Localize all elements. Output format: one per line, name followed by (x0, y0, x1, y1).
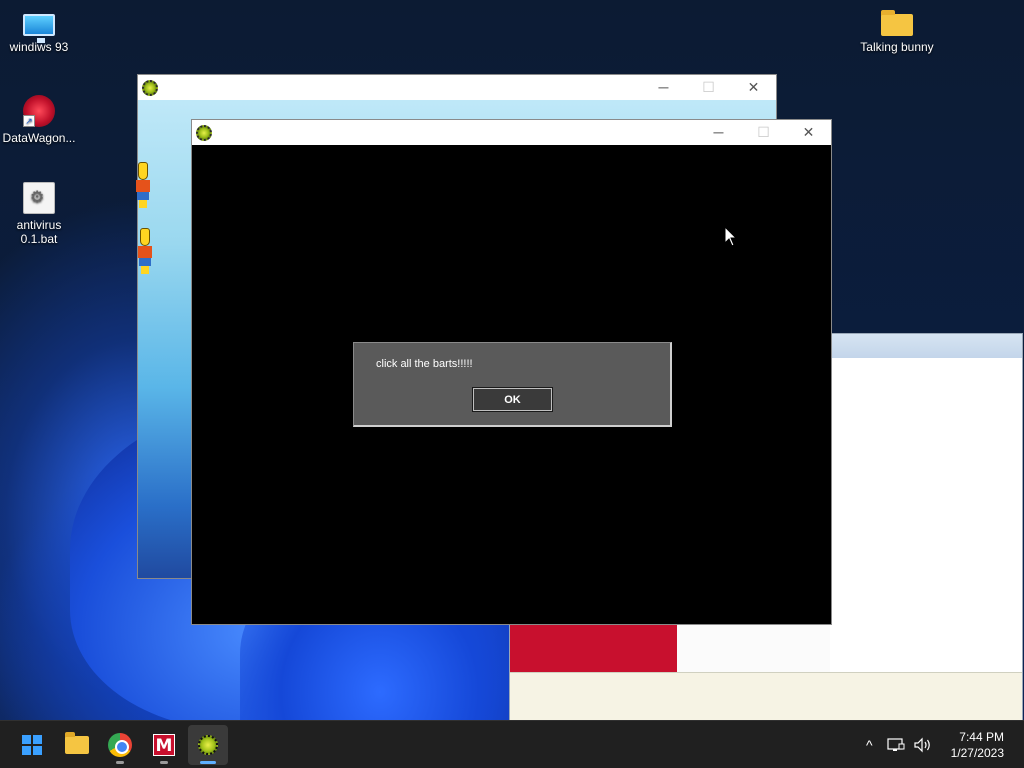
desktop-icon-datawagon[interactable]: ↗ DataWagon... (0, 95, 78, 145)
gear-app-icon (198, 735, 218, 755)
background-window-footer (510, 672, 1022, 720)
bart-sprite[interactable] (136, 162, 150, 208)
close-button[interactable]: ✕ (786, 120, 831, 145)
taskbar-chrome[interactable] (100, 725, 140, 765)
desktop-icon-talking-bunny[interactable]: Talking bunny (858, 8, 936, 54)
window-titlebar[interactable]: ─ ☐ ✕ (138, 75, 776, 100)
folder-icon (881, 10, 913, 36)
network-icon[interactable] (886, 737, 905, 753)
chrome-icon (108, 733, 132, 757)
taskbar-clock[interactable]: 7:44 PM 1/27/2023 (951, 729, 1004, 761)
clock-date: 1/27/2023 (950, 746, 1004, 760)
message-dialog: click all the barts!!!!! OK (353, 342, 672, 427)
taskbar-bart-app[interactable] (188, 725, 228, 765)
taskbar-mcafee[interactable]: M (144, 725, 184, 765)
volume-icon[interactable] (913, 737, 933, 753)
window-titlebar[interactable]: ─ ☐ ✕ (192, 120, 831, 145)
minimize-button[interactable]: ─ (641, 75, 686, 100)
close-button[interactable]: ✕ (731, 75, 776, 100)
mouse-cursor-icon (724, 226, 738, 247)
background-window-red-block (510, 624, 677, 672)
batch-file-icon: ⚙ (23, 182, 55, 214)
ok-button[interactable]: OK (472, 387, 553, 412)
system-tray: ^ (866, 721, 933, 768)
taskbar: M ^ 7:44 PM 1/27/2023 (0, 720, 1024, 768)
maximize-button[interactable]: ☐ (686, 75, 731, 100)
desktop-icon-label: Talking bunny (860, 40, 934, 54)
desktop-icon-windiws93[interactable]: windiws 93 (0, 8, 78, 54)
gear-app-icon (196, 124, 212, 141)
minimize-button[interactable]: ─ (696, 120, 741, 145)
chevron-up-icon[interactable]: ^ (866, 737, 873, 753)
mcafee-icon: M (153, 734, 175, 756)
windows-start-icon (22, 735, 42, 755)
start-button[interactable] (12, 725, 52, 765)
clock-time: 7:44 PM (959, 730, 1004, 744)
monitor-icon (23, 14, 55, 43)
web-shortcut-icon: ↗ (23, 95, 55, 127)
active-indicator (200, 761, 216, 764)
maximize-button[interactable]: ☐ (741, 120, 786, 145)
desktop-icon-label: antivirus 0.1.bat (16, 218, 62, 246)
gear-app-icon (142, 79, 158, 96)
running-indicator (160, 761, 168, 764)
desktop-icon-antivirus[interactable]: ⚙ antivirus 0.1.bat (0, 182, 78, 246)
shortcut-arrow-icon: ↗ (23, 115, 35, 127)
dialog-message: click all the barts!!!!! (376, 358, 473, 370)
taskbar-file-explorer[interactable] (56, 725, 96, 765)
desktop-icon-label: DataWagon... (2, 131, 76, 145)
folder-icon (65, 732, 89, 754)
bart-sprite[interactable] (138, 228, 152, 274)
running-indicator (116, 761, 124, 764)
